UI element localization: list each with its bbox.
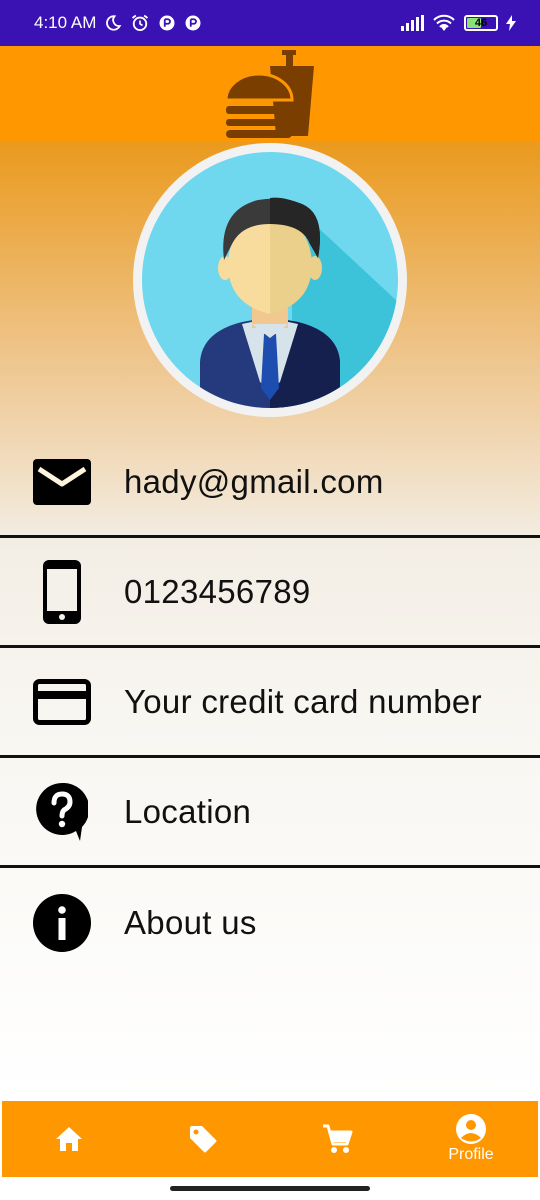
charging-icon [506,15,516,31]
profile-info-list: hady@gmail.com 0123456789 Your credit ca… [0,428,540,978]
about-row[interactable]: About us [0,868,540,978]
battery-level: 46 [474,17,488,29]
nav-cart[interactable] [270,1101,404,1177]
nav-profile[interactable]: Profile [404,1101,538,1177]
status-bar: 4:10 AM 46 [0,0,540,46]
businessman-avatar [142,152,398,408]
nav-offers[interactable] [136,1101,270,1177]
app-notification-icon [159,15,175,31]
battery-icon: 46 [464,15,498,31]
signal-icon [401,15,424,31]
credit-card-text: Your credit card number [124,682,482,720]
burger-drink-logo [224,50,314,138]
email-text: hady@gmail.com [124,462,384,500]
moon-icon [106,15,122,31]
email-row[interactable]: hady@gmail.com [0,428,540,538]
home-icon [56,1127,82,1151]
credit-card-icon [33,678,91,725]
about-text: About us [124,904,257,941]
account-icon [456,1114,486,1144]
info-icon [33,894,91,952]
status-time: 4:10 AM [34,13,97,32]
phone-icon [43,559,81,624]
nav-home[interactable] [2,1101,136,1177]
mail-icon [33,458,91,505]
nav-profile-label: Profile [448,1146,494,1163]
avatar[interactable] [133,143,407,417]
help-icon [36,782,88,841]
location-row[interactable]: Location [0,758,540,868]
bottom-nav: Profile [2,1101,538,1177]
tag-icon [190,1126,217,1153]
location-text: Location [124,792,252,830]
home-indicator[interactable] [170,1186,370,1191]
credit-card-row[interactable]: Your credit card number [0,648,540,758]
phone-row[interactable]: 0123456789 [0,538,540,648]
app-notification-icon [185,15,201,31]
cart-icon [323,1124,353,1153]
alarm-icon [132,14,149,32]
wifi-icon [433,14,455,31]
phone-text: 0123456789 [124,572,311,610]
